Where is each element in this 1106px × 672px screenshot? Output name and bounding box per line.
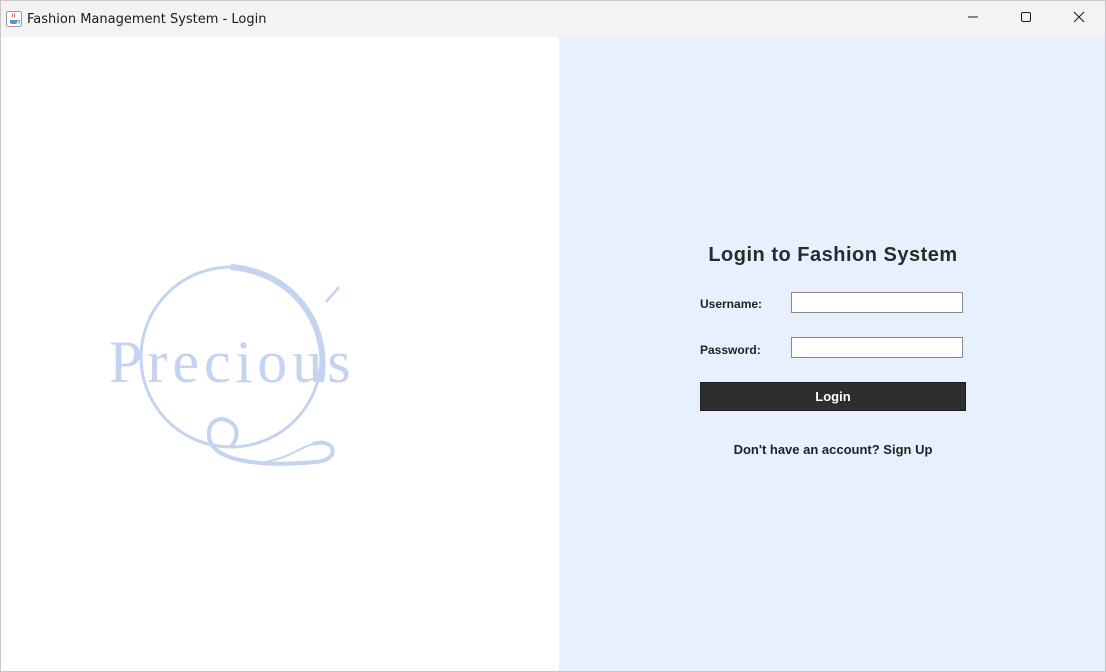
username-label: Username: <box>700 297 763 311</box>
close-icon <box>1073 10 1085 28</box>
login-panel: Login to Fashion System Username: Passwo… <box>559 37 1105 671</box>
maximize-icon <box>1020 10 1032 28</box>
minimize-icon <box>967 10 979 28</box>
close-button[interactable] <box>1052 1 1105 37</box>
login-button[interactable]: Login <box>700 382 966 411</box>
logo-word: Precious <box>109 329 356 395</box>
window-controls <box>946 1 1105 37</box>
minimize-button[interactable] <box>946 1 999 37</box>
password-input[interactable] <box>791 337 963 358</box>
window-title: Fashion Management System - Login <box>27 11 267 27</box>
precious-logo: Precious <box>109 264 356 466</box>
logo-panel: Precious <box>1 37 559 671</box>
password-label: Password: <box>700 343 761 357</box>
login-window: Fashion Management System - Login Precio… <box>0 0 1106 672</box>
maximize-button[interactable] <box>999 1 1052 37</box>
java-coffee-cup-icon[interactable] <box>6 11 22 27</box>
signup-link[interactable]: Don't have an account? Sign Up <box>559 442 1105 457</box>
title-bar: Fashion Management System - Login <box>1 1 1105 37</box>
login-heading: Login to Fashion System <box>708 244 958 266</box>
username-input[interactable] <box>791 292 963 313</box>
